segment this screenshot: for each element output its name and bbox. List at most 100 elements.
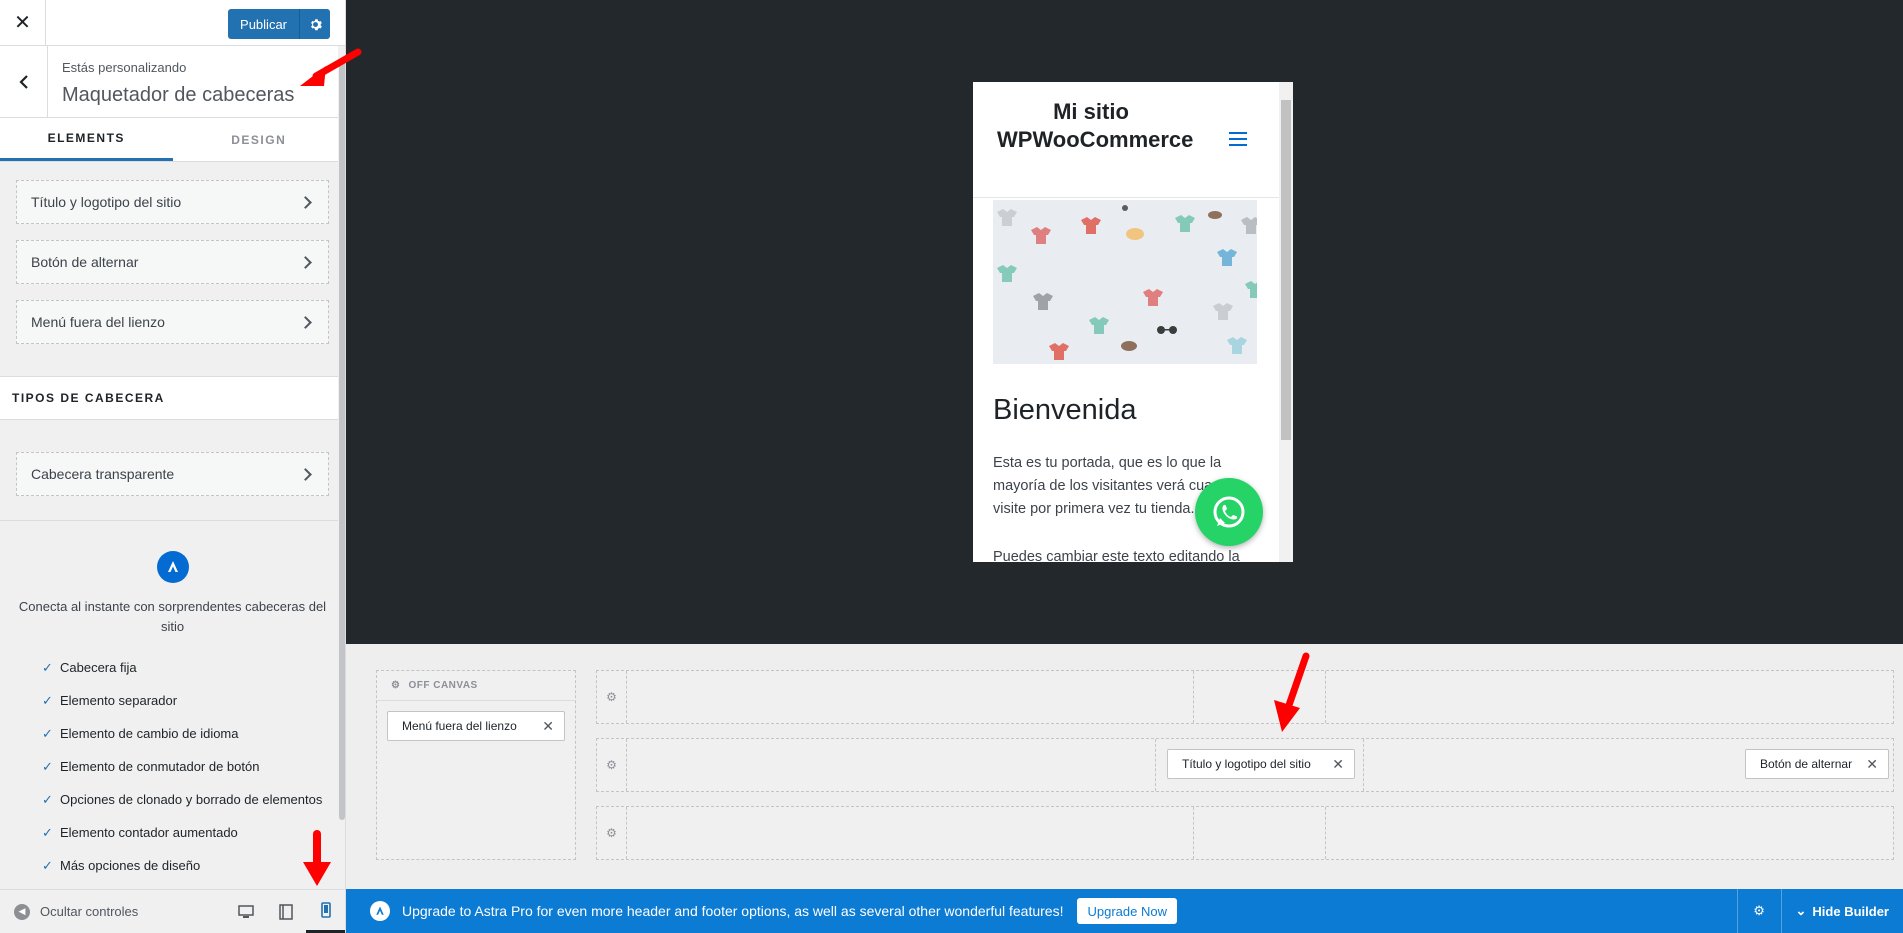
feature-label: Elemento separador: [60, 693, 178, 708]
hide-controls-label: Ocultar controles: [40, 904, 139, 919]
element-item-label: Título y logotipo del sitio: [31, 194, 182, 210]
builder-row-main: ⚙ Título y logotipo del sitio ✕ Botón de…: [596, 738, 1894, 792]
chevron-right-icon: [299, 467, 312, 481]
astra-logo-icon: [156, 551, 189, 583]
element-item-site-title-logo[interactable]: Título y logotipo del sitio: [16, 180, 329, 224]
gear-icon[interactable]: ⚙: [391, 680, 400, 691]
column-divider: [1325, 807, 1326, 859]
feature-item: ✓ Cabecera fija: [42, 651, 329, 684]
column-divider: [1193, 807, 1194, 859]
astra-upgrade-bar: Upgrade to Astra Pro for even more heade…: [346, 889, 1903, 933]
upgrade-now-button[interactable]: Upgrade Now: [1077, 898, 1177, 924]
preview-site-title[interactable]: Mi sitio WPWooCommerce: [997, 98, 1193, 154]
element-item-toggle-button[interactable]: Botón de alternar: [16, 240, 329, 284]
header-types-heading: TIPOS DE CABECERA: [0, 376, 345, 420]
section-header: Estás personalizando Maquetador de cabec…: [0, 46, 345, 118]
feature-item: ✓ Opciones de clonado y borrado de elemen…: [42, 783, 329, 816]
remove-icon[interactable]: ✕: [542, 718, 554, 735]
collapse-icon: ◀: [14, 903, 30, 920]
feature-label: Elemento de cambio de idioma: [60, 726, 239, 741]
site-title-logo-chip[interactable]: Título y logotipo del sitio ✕: [1167, 749, 1355, 779]
header-type-label: Cabecera transparente: [31, 466, 175, 482]
column-divider: [1155, 739, 1156, 791]
check-icon: ✓: [42, 692, 53, 708]
section-subtitle: Estás personalizando: [62, 60, 187, 75]
off-canvas-area: ⚙ OFF CANVAS Menú fuera del lienzo ✕: [376, 670, 576, 860]
off-canvas-header: ⚙ OFF CANVAS: [377, 671, 575, 701]
preview-paragraph-2: Puedes cambiar este texto editando la: [993, 549, 1240, 562]
element-item-label: Menú fuera del lienzo: [31, 314, 165, 330]
builder-controls: ⚙ ⌄ Hide Builder: [1736, 889, 1903, 933]
close-icon[interactable]: ✕: [0, 0, 46, 45]
header-builder: ⚙ OFF CANVAS Menú fuera del lienzo ✕ ⚙ ⚙…: [346, 644, 1903, 889]
column-divider: [1325, 671, 1326, 723]
element-item-label: Botón de alternar: [31, 254, 139, 270]
hide-builder-label: Hide Builder: [1812, 903, 1889, 919]
check-icon: ✓: [42, 857, 53, 873]
astra-pro-promo: Conecta al instante con sorprendentes ca…: [0, 521, 345, 882]
feature-label: Elemento de conmutador de botón: [60, 759, 260, 774]
element-item-off-canvas-menu[interactable]: Menú fuera del lienzo: [16, 300, 329, 344]
row-settings-gear-icon[interactable]: ⚙: [597, 671, 627, 723]
sidebar-scrollbar-thumb[interactable]: [339, 60, 345, 820]
feature-label: Más opciones de diseño: [60, 858, 201, 873]
check-icon: ✓: [42, 659, 53, 675]
feature-label: Elemento contador aumentado: [60, 825, 238, 840]
remove-icon[interactable]: ✕: [1866, 756, 1878, 773]
whatsapp-icon[interactable]: [1195, 478, 1263, 546]
clothing-pattern-image: [993, 200, 1265, 364]
promo-text: Conecta al instante con sorprendentes ca…: [18, 599, 327, 634]
mobile-preview-icon[interactable]: [306, 890, 345, 933]
builder-row-bottom: ⚙: [596, 806, 1894, 860]
preview-hero-image: [993, 200, 1265, 364]
header-types-list: Cabecera transparente: [0, 420, 345, 521]
promo-feature-list: ✓ Cabecera fija ✓ Elemento separador ✓ Elem…: [16, 637, 329, 882]
back-arrow-icon[interactable]: [0, 46, 48, 117]
remove-icon[interactable]: ✕: [1332, 756, 1344, 773]
feature-item: ✓ Elemento contador aumentado: [42, 816, 329, 849]
column-divider: [1363, 739, 1364, 791]
chevron-down-icon: ⌄: [1795, 903, 1807, 918]
sidebar-topbar: ✕ Publicar: [0, 0, 345, 46]
astra-logo-icon: [370, 901, 390, 921]
upgrade-message: Upgrade to Astra Pro for even more heade…: [402, 903, 1064, 919]
tablet-preview-icon[interactable]: [266, 890, 306, 933]
feature-label: Cabecera fija: [60, 660, 137, 675]
annotation-arrow-icon: [303, 830, 331, 886]
builder-settings-gear-icon[interactable]: ⚙: [1736, 889, 1781, 933]
hide-builder-button[interactable]: ⌄ Hide Builder: [1780, 889, 1903, 933]
annotation-arrow-icon: [300, 48, 362, 86]
off-canvas-menu-chip[interactable]: Menú fuera del lienzo ✕: [387, 711, 565, 741]
hide-controls-button[interactable]: ◀ Ocultar controles: [0, 903, 226, 920]
chevron-right-icon: [299, 195, 312, 209]
tab-design[interactable]: DESIGN: [173, 118, 346, 161]
check-icon: ✓: [42, 791, 53, 807]
tab-bar: ELEMENTS DESIGN: [0, 118, 345, 162]
chip-label: Botón de alternar: [1760, 757, 1853, 771]
header-type-item-transparent[interactable]: Cabecera transparente: [16, 452, 329, 496]
row-settings-gear-icon[interactable]: ⚙: [597, 739, 627, 791]
chip-label: Menú fuera del lienzo: [402, 719, 517, 733]
chip-label: Título y logotipo del sitio: [1182, 757, 1311, 771]
annotation-arrow-icon: [1274, 652, 1310, 732]
preview-heading: Bienvenida: [993, 394, 1137, 426]
row-settings-gear-icon[interactable]: ⚙: [597, 807, 627, 859]
publish-settings-gear-icon[interactable]: [300, 9, 330, 39]
mobile-preview: Mi sitio WPWooCommerce Bienvenida Esta e…: [973, 82, 1293, 562]
section-title: Maquetador de cabeceras: [62, 84, 295, 106]
feature-item: ✓ Elemento de conmutador de botón: [42, 750, 329, 783]
check-icon: ✓: [42, 824, 53, 840]
publish-group: Publicar: [228, 9, 330, 39]
tab-elements[interactable]: ELEMENTS: [0, 118, 173, 161]
chevron-right-icon: [299, 255, 312, 269]
feature-item: ✓ Elemento separador: [42, 684, 329, 717]
feature-label: Opciones de clonado y borrado de element…: [60, 792, 323, 807]
builder-row-top: ⚙: [596, 670, 1894, 724]
preview-scrollbar-thumb[interactable]: [1281, 100, 1291, 440]
check-icon: ✓: [42, 725, 53, 741]
desktop-preview-icon[interactable]: [226, 890, 266, 933]
hamburger-menu-icon[interactable]: [1229, 132, 1247, 150]
publish-button[interactable]: Publicar: [228, 9, 300, 39]
feature-item: ✓ Elemento de cambio de idioma: [42, 717, 329, 750]
toggle-button-chip[interactable]: Botón de alternar ✕: [1745, 749, 1889, 779]
